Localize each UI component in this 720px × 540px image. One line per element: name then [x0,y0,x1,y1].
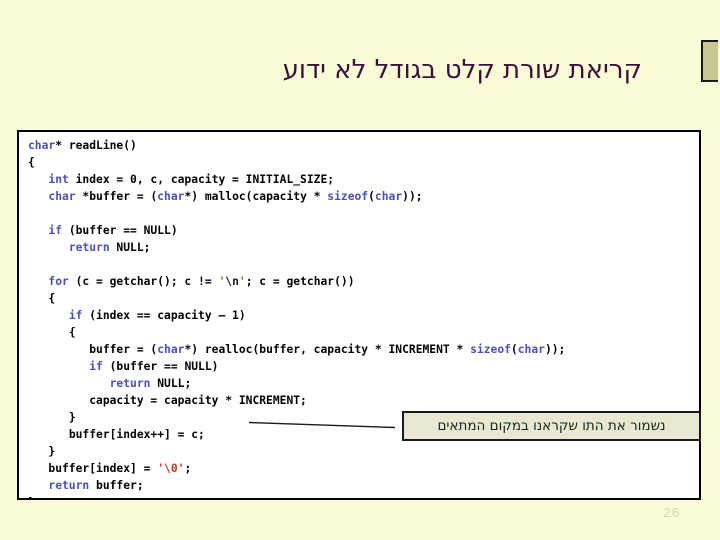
callout-box: נשמור את התו שקראנו במקום המתאים [402,411,701,441]
code-token-kw: int [48,173,69,186]
code-token-kw: char [157,343,185,356]
code-token-kw: return [68,241,110,254]
code-listing-text: char* readLine() { int index = 0, c, cap… [28,139,566,498]
code-token-kw: char [374,190,403,203]
code-token-str0: ' [177,462,185,475]
code-token-str0: \0 [164,462,178,475]
code-token-kw: for [48,275,69,288]
page-title: קריאת שורת קלט בגודל לא ידוע [282,55,642,86]
code-token-kw: char [157,190,185,203]
callout-leader-line [249,421,395,429]
code-token-kw: sizeof [327,190,369,203]
code-token-kw: char [517,343,545,356]
code-token-esc: \n [225,275,239,288]
title-accent-marker [701,40,718,82]
code-token-kw: sizeof [470,343,511,356]
code-token-kw: if [48,224,63,237]
code-token-kw: char [48,190,76,203]
code-token-kw: return [109,377,151,390]
code-listing-panel: char* readLine() { int index = 0, c, cap… [17,130,701,500]
code-token-str: ' [238,275,246,288]
page-number: 26 [663,505,680,520]
code-token-kw: if [68,309,83,322]
callout-text: נשמור את התו שקראנו במקום המתאים [437,418,666,434]
code-token-kw: return [48,479,90,492]
code-token-kw: if [89,360,103,373]
code-token-kw: char [28,139,56,152]
